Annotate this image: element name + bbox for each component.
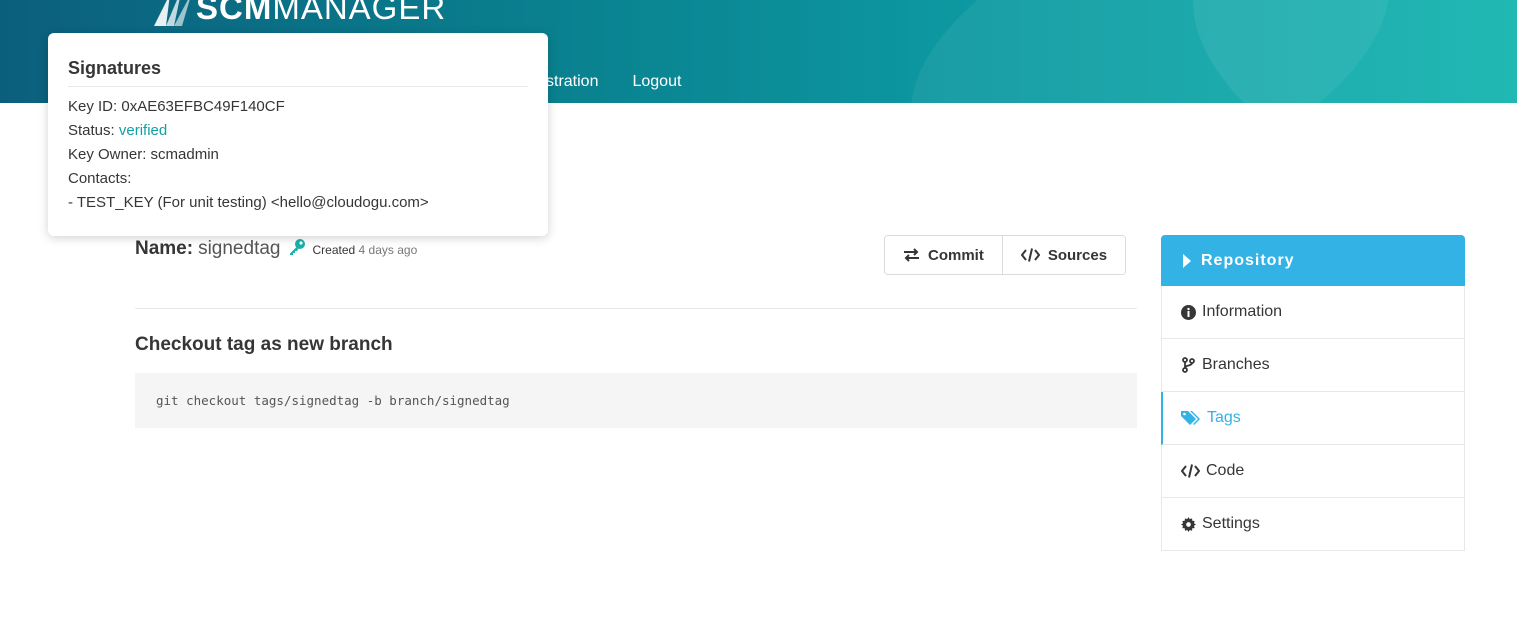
checkout-command-box[interactable]: git checkout tags/signedtag -b branch/si… [135, 373, 1137, 428]
sidebar-item-label: Settings [1202, 515, 1260, 532]
info-circle-icon [1181, 304, 1196, 320]
logo-text: SCMMANAGER [196, 0, 447, 26]
tooltip-title: Signatures [68, 58, 162, 78]
content-divider [135, 308, 1137, 309]
repository-sidebar: Repository Information Branches Tags Cod… [1161, 235, 1465, 551]
key-id: Key ID: 0xAE63EFBC49F140CF [68, 98, 285, 115]
sidebar-item-label: Branches [1202, 356, 1270, 373]
signatures-tooltip: Signatures Key ID: 0xAE63EFBC49F140CF St… [48, 33, 548, 236]
key-owner: Key Owner: scmadmin [68, 146, 219, 163]
code-icon [1181, 464, 1200, 478]
tags-icon [1181, 411, 1200, 425]
created-info: Created 4 days ago [312, 243, 418, 257]
logo-mark-icon [154, 0, 190, 26]
sidebar-item-label: Information [1202, 303, 1283, 320]
code-branch-icon [1182, 357, 1195, 373]
tag-name-row: Name: signedtag Created 4 days ago [135, 236, 417, 260]
sidebar-item-code[interactable]: Code [1161, 445, 1465, 498]
tag-actions: Commit Sources [884, 235, 1127, 275]
scm-manager-logo[interactable]: SCMMANAGER [152, 0, 446, 28]
contacts-label: Contacts: [68, 170, 132, 187]
sidebar-item-label: Code [1206, 462, 1245, 479]
status-verified: verified [118, 122, 168, 139]
sidebar-item-information[interactable]: Information [1161, 286, 1465, 339]
tooltip-divider [68, 86, 528, 87]
tag-name: signedtag [198, 238, 281, 259]
key-status: Status: verified [68, 122, 168, 139]
signature-key-icon[interactable] [288, 238, 306, 261]
commit-button[interactable]: Commit [885, 236, 1002, 274]
sidebar-item-branches[interactable]: Branches [1161, 339, 1465, 392]
nav-logout[interactable]: Logout [632, 73, 681, 91]
exchange-icon [904, 248, 919, 262]
sources-button[interactable]: Sources [1001, 236, 1126, 274]
created-date: 4 days ago [358, 243, 418, 257]
code-icon [1020, 248, 1040, 262]
sidebar-item-settings[interactable]: Settings [1161, 498, 1465, 551]
sidebar-item-tags[interactable]: Tags [1161, 392, 1465, 445]
gear-icon [1181, 516, 1196, 532]
contact-entry: - TEST_KEY (For unit testing) <hello@clo… [68, 194, 429, 211]
checkout-command: git checkout tags/signedtag -b branch/si… [156, 393, 510, 408]
name-label: Name: [135, 238, 194, 259]
caret-right-icon [1183, 253, 1191, 268]
checkout-title: Checkout tag as new branch [135, 334, 393, 355]
main-nav: inistration Logout [530, 73, 681, 91]
sidebar-header-repository[interactable]: Repository [1161, 235, 1465, 286]
sidebar-item-label: Tags [1207, 409, 1241, 426]
